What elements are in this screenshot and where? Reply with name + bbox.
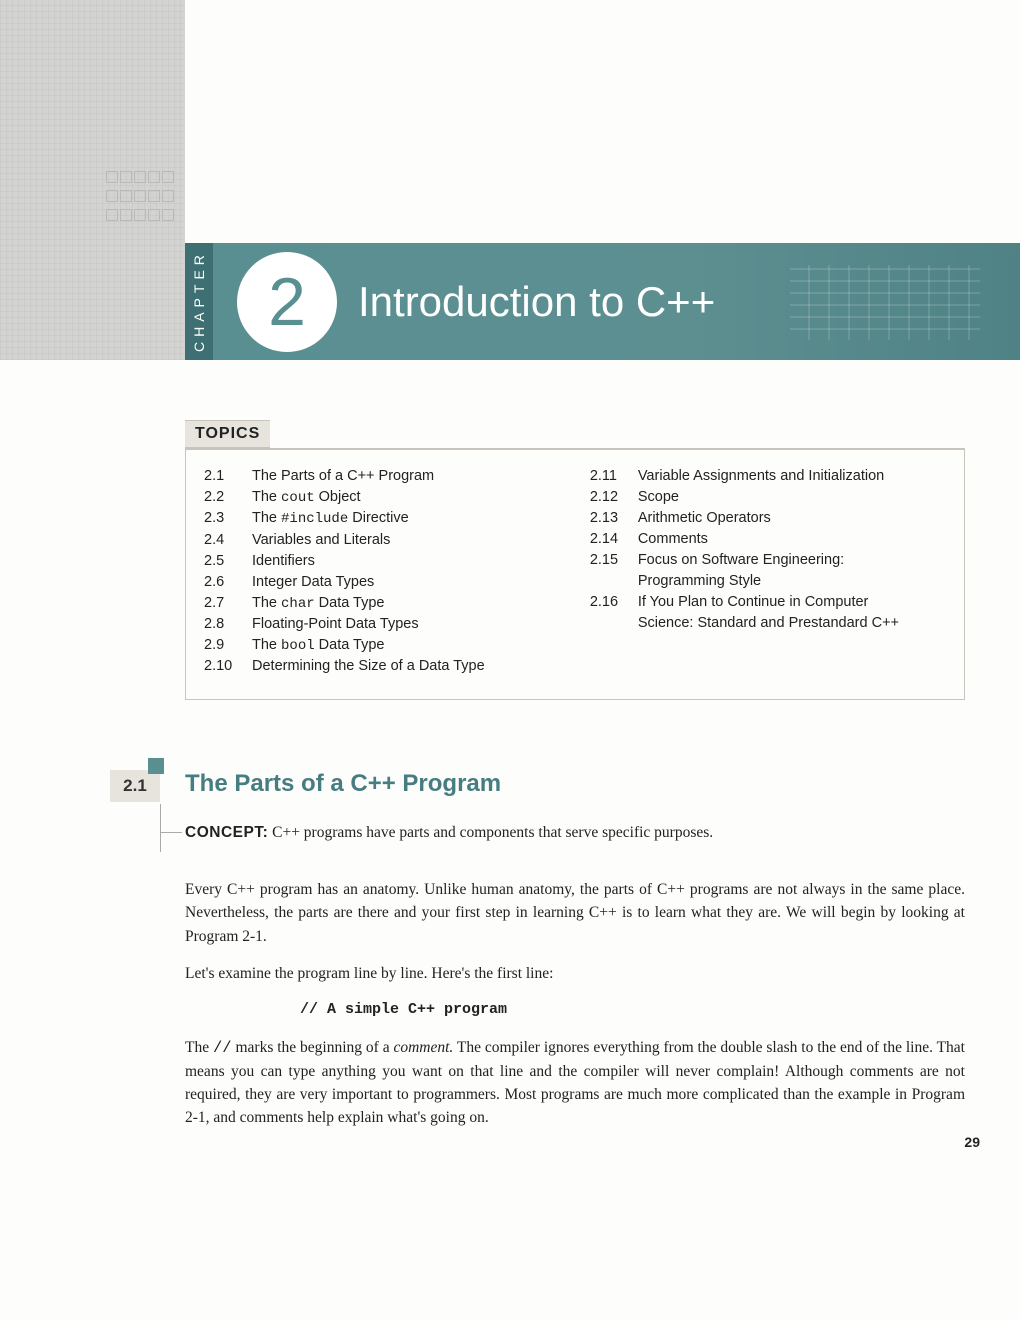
paragraph-3: The // marks the beginning of a comment.…	[185, 1036, 965, 1130]
topic-title: Identifiers	[252, 551, 590, 572]
topic-number: 2.8	[204, 614, 252, 635]
section-heading: The Parts of a C++ Program	[185, 750, 965, 798]
topic-number: 2.5	[204, 551, 252, 572]
topic-row: 2.14Comments	[590, 529, 946, 550]
inline-code: #include	[281, 511, 348, 527]
page: CHAPTER 2 Introduction to C++ TOPICS 2.1…	[0, 0, 1020, 1320]
chapter-number-circle: 2	[237, 252, 337, 352]
topics-column-left: 2.1The Parts of a C++ Program2.2The cout…	[204, 466, 590, 677]
concept-line: CONCEPT: C++ programs have parts and com…	[185, 824, 965, 842]
chapter-title: Introduction to C++	[358, 278, 715, 326]
topic-title: Determining the Size of a Data Type	[252, 656, 590, 677]
inline-code: char	[281, 596, 315, 612]
topic-title: If You Plan to Continue in Computer Scie…	[638, 592, 946, 634]
topic-title: Comments	[638, 529, 946, 550]
topic-row: 2.7The char Data Type	[204, 593, 590, 614]
topic-number: 2.14	[590, 529, 638, 550]
section-number-tab: 2.1	[110, 770, 160, 802]
topic-number: 2.2	[204, 487, 252, 508]
topic-title: Variables and Literals	[252, 530, 590, 551]
decorative-grid-squares	[105, 170, 185, 240]
topic-row: 2.15Focus on Software Engineering: Progr…	[590, 550, 946, 592]
topic-row: 2.3The #include Directive	[204, 508, 590, 529]
concept-text: C++ programs have parts and components t…	[272, 824, 713, 841]
concept-label: CONCEPT:	[185, 824, 268, 841]
topic-title: The Parts of a C++ Program	[252, 466, 590, 487]
topic-row: 2.11Variable Assignments and Initializat…	[590, 466, 946, 487]
topic-row: 2.1The Parts of a C++ Program	[204, 466, 590, 487]
topic-title: Arithmetic Operators	[638, 508, 946, 529]
topics-box: 2.1The Parts of a C++ Program2.2The cout…	[185, 448, 965, 700]
topic-row: 2.2The cout Object	[204, 487, 590, 508]
topics-heading: TOPICS	[185, 420, 270, 448]
topic-row: 2.9The bool Data Type	[204, 635, 590, 656]
topic-row: 2.4Variables and Literals	[204, 530, 590, 551]
page-number: 29	[964, 1134, 980, 1150]
topics-section: TOPICS 2.1The Parts of a C++ Program2.2T…	[185, 420, 965, 700]
topic-title: The char Data Type	[252, 593, 590, 614]
code-example-1: // A simple C++ program	[300, 999, 965, 1022]
topic-row: 2.13Arithmetic Operators	[590, 508, 946, 529]
topic-row: 2.6Integer Data Types	[204, 572, 590, 593]
emphasis-comment: comment.	[393, 1039, 453, 1056]
p3-text-b: marks the beginning of a	[232, 1039, 394, 1056]
paragraph-2: Let's examine the program line by line. …	[185, 962, 965, 985]
inline-code: bool	[281, 638, 315, 654]
p3-text-a: The	[185, 1039, 213, 1056]
topic-title: Floating-Point Data Types	[252, 614, 590, 635]
topic-number: 2.10	[204, 656, 252, 677]
topic-row: 2.16If You Plan to Continue in Computer …	[590, 592, 946, 634]
paragraph-1: Every C++ program has an anatomy. Unlike…	[185, 878, 965, 948]
topic-number: 2.3	[204, 508, 252, 529]
topic-title: The cout Object	[252, 487, 590, 508]
inline-code: cout	[281, 490, 315, 506]
chapter-banner: 2 Introduction to C++	[213, 243, 1020, 360]
topic-number: 2.7	[204, 593, 252, 614]
topic-row: 2.5Identifiers	[204, 551, 590, 572]
topic-row: 2.10Determining the Size of a Data Type	[204, 656, 590, 677]
topic-number: 2.13	[590, 508, 638, 529]
topic-number: 2.11	[590, 466, 638, 487]
topic-number: 2.4	[204, 530, 252, 551]
topic-title: Focus on Software Engineering: Programmi…	[638, 550, 946, 592]
topic-row: 2.12Scope	[590, 487, 946, 508]
chapter-tab-label: CHAPTER	[185, 243, 213, 360]
topic-number: 2.9	[204, 635, 252, 656]
topic-title: Integer Data Types	[252, 572, 590, 593]
topic-number: 2.6	[204, 572, 252, 593]
topic-title: The #include Directive	[252, 508, 590, 529]
topic-row: 2.8Floating-Point Data Types	[204, 614, 590, 635]
section-number-underline	[160, 832, 182, 833]
topic-number: 2.12	[590, 487, 638, 508]
topic-number: 2.16	[590, 592, 638, 634]
section-2-1: 2.1 The Parts of a C++ Program CONCEPT: …	[110, 750, 965, 1144]
topic-number: 2.1	[204, 466, 252, 487]
body-text: Every C++ program has an anatomy. Unlike…	[185, 878, 965, 1130]
topic-title: The bool Data Type	[252, 635, 590, 656]
topic-title: Scope	[638, 487, 946, 508]
inline-code-slashes: //	[213, 1039, 232, 1057]
topics-column-right: 2.11Variable Assignments and Initializat…	[590, 466, 946, 677]
topic-number: 2.15	[590, 550, 638, 592]
topic-title: Variable Assignments and Initialization	[638, 466, 946, 487]
